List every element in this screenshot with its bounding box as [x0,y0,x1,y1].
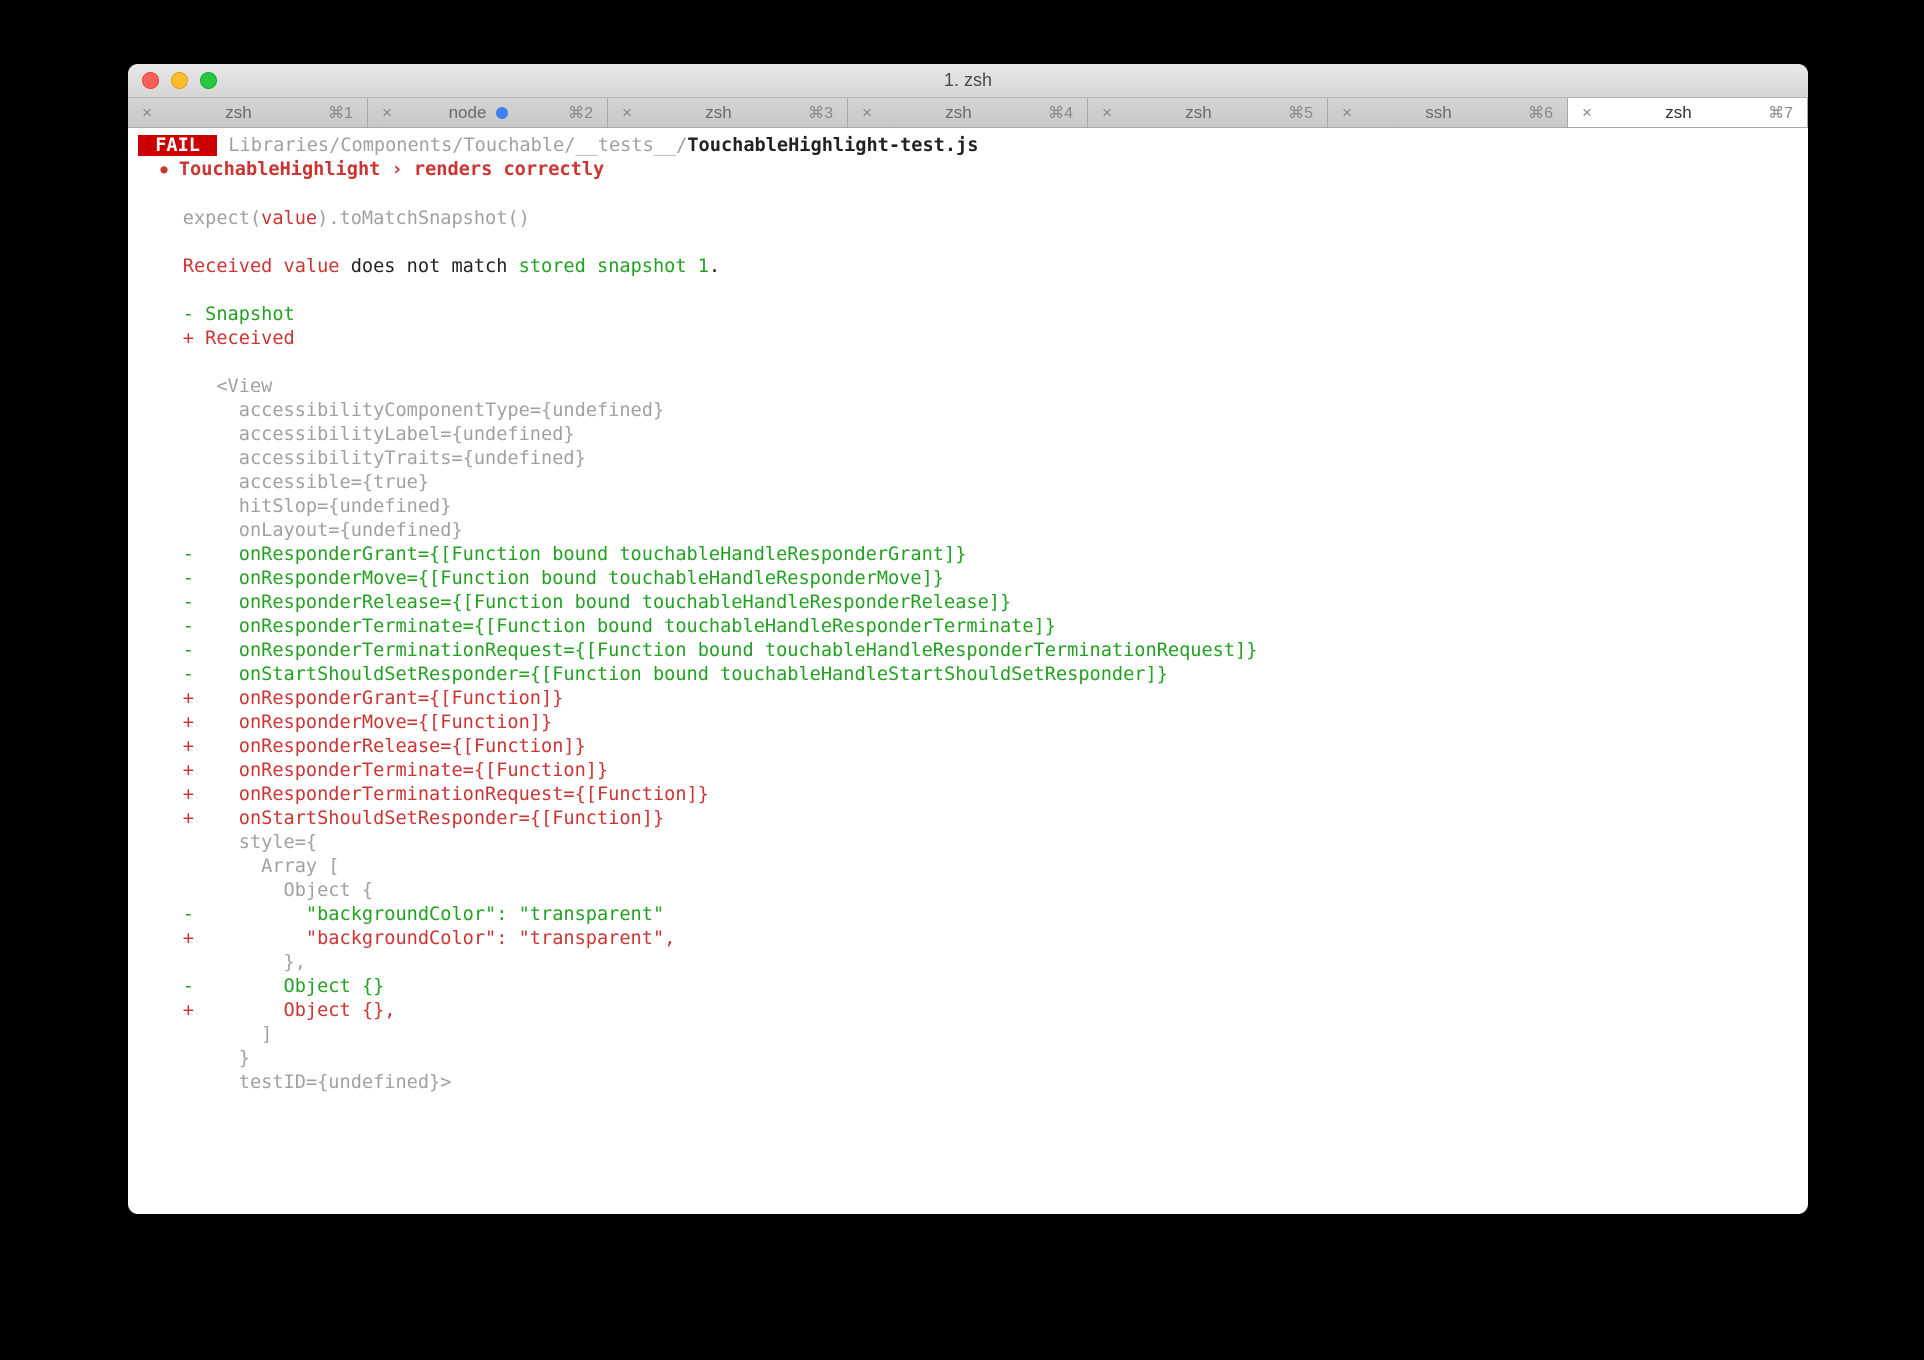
zoom-icon[interactable] [200,72,217,89]
msg-received: Received value [183,256,340,277]
msg-mid: does not match [340,256,519,277]
close-tab-icon[interactable]: × [382,104,398,121]
close-tab-icon[interactable]: × [862,104,878,121]
titlebar[interactable]: 1. zsh [128,64,1808,98]
tab-1[interactable]: × zsh ⌘1 [128,98,368,127]
terminal-output[interactable]: FAIL Libraries/Components/Touchable/__te… [128,128,1808,1101]
tab-7[interactable]: × zsh ⌘7 [1568,98,1808,127]
window-controls [128,72,217,89]
test-path-file: TouchableHighlight-test.js [687,135,978,156]
tab-label: zsh [705,103,731,123]
tab-shortcut: ⌘3 [799,103,833,123]
tab-label: zsh [225,103,251,123]
fail-badge: FAIL [138,135,217,156]
diff-legend-plus: + Received [183,328,295,349]
minimize-icon[interactable] [171,72,188,89]
test-title: TouchableHighlight › renders correctly [179,159,604,180]
msg-dot: . [709,256,720,277]
tab-shortcut: ⌘4 [1039,103,1073,123]
tab-3[interactable]: × zsh ⌘3 [608,98,848,127]
tab-4[interactable]: × zsh ⌘4 [848,98,1088,127]
tab-2[interactable]: × node ⌘2 [368,98,608,127]
close-tab-icon[interactable]: × [1342,104,1358,121]
diff-body: <View accessibilityComponentType={undefi… [138,376,1257,1093]
msg-snapshot: stored snapshot 1 [519,256,709,277]
tab-shortcut: ⌘6 [1519,103,1553,123]
bullet-icon: ● [160,162,167,176]
tab-label: ssh [1425,103,1451,123]
tab-6[interactable]: × ssh ⌘6 [1328,98,1568,127]
window-title: 1. zsh [128,70,1808,91]
terminal-window: 1. zsh × zsh ⌘1 × node ⌘2 × zsh ⌘3 × zsh ⌘4 × zsh ⌘5 × s… [128,64,1808,1214]
tab-shortcut: ⌘1 [319,103,353,123]
tab-label: zsh [1185,103,1211,123]
test-path-dir: Libraries/Components/Touchable/__tests__… [228,135,687,156]
expect-prefix: expect( [183,208,261,229]
tab-label: zsh [1665,103,1691,123]
close-tab-icon[interactable]: × [1102,104,1118,121]
close-tab-icon[interactable]: × [622,104,638,121]
tab-bar: × zsh ⌘1 × node ⌘2 × zsh ⌘3 × zsh ⌘4 × zsh ⌘5 × ssh ⌘6 × zs… [128,98,1808,128]
expect-value: value [261,208,317,229]
tab-5[interactable]: × zsh ⌘5 [1088,98,1328,127]
tab-label: zsh [945,103,971,123]
close-tab-icon[interactable]: × [142,104,158,121]
tab-shortcut: ⌘5 [1279,103,1313,123]
tab-label: node [449,103,487,123]
tab-shortcut: ⌘7 [1759,103,1793,123]
expect-suffix: ).toMatchSnapshot() [317,208,530,229]
close-icon[interactable] [142,72,159,89]
tab-shortcut: ⌘2 [559,103,593,123]
activity-dot-icon [496,107,508,119]
diff-legend-minus: - Snapshot [183,304,295,325]
close-tab-icon[interactable]: × [1582,104,1598,121]
